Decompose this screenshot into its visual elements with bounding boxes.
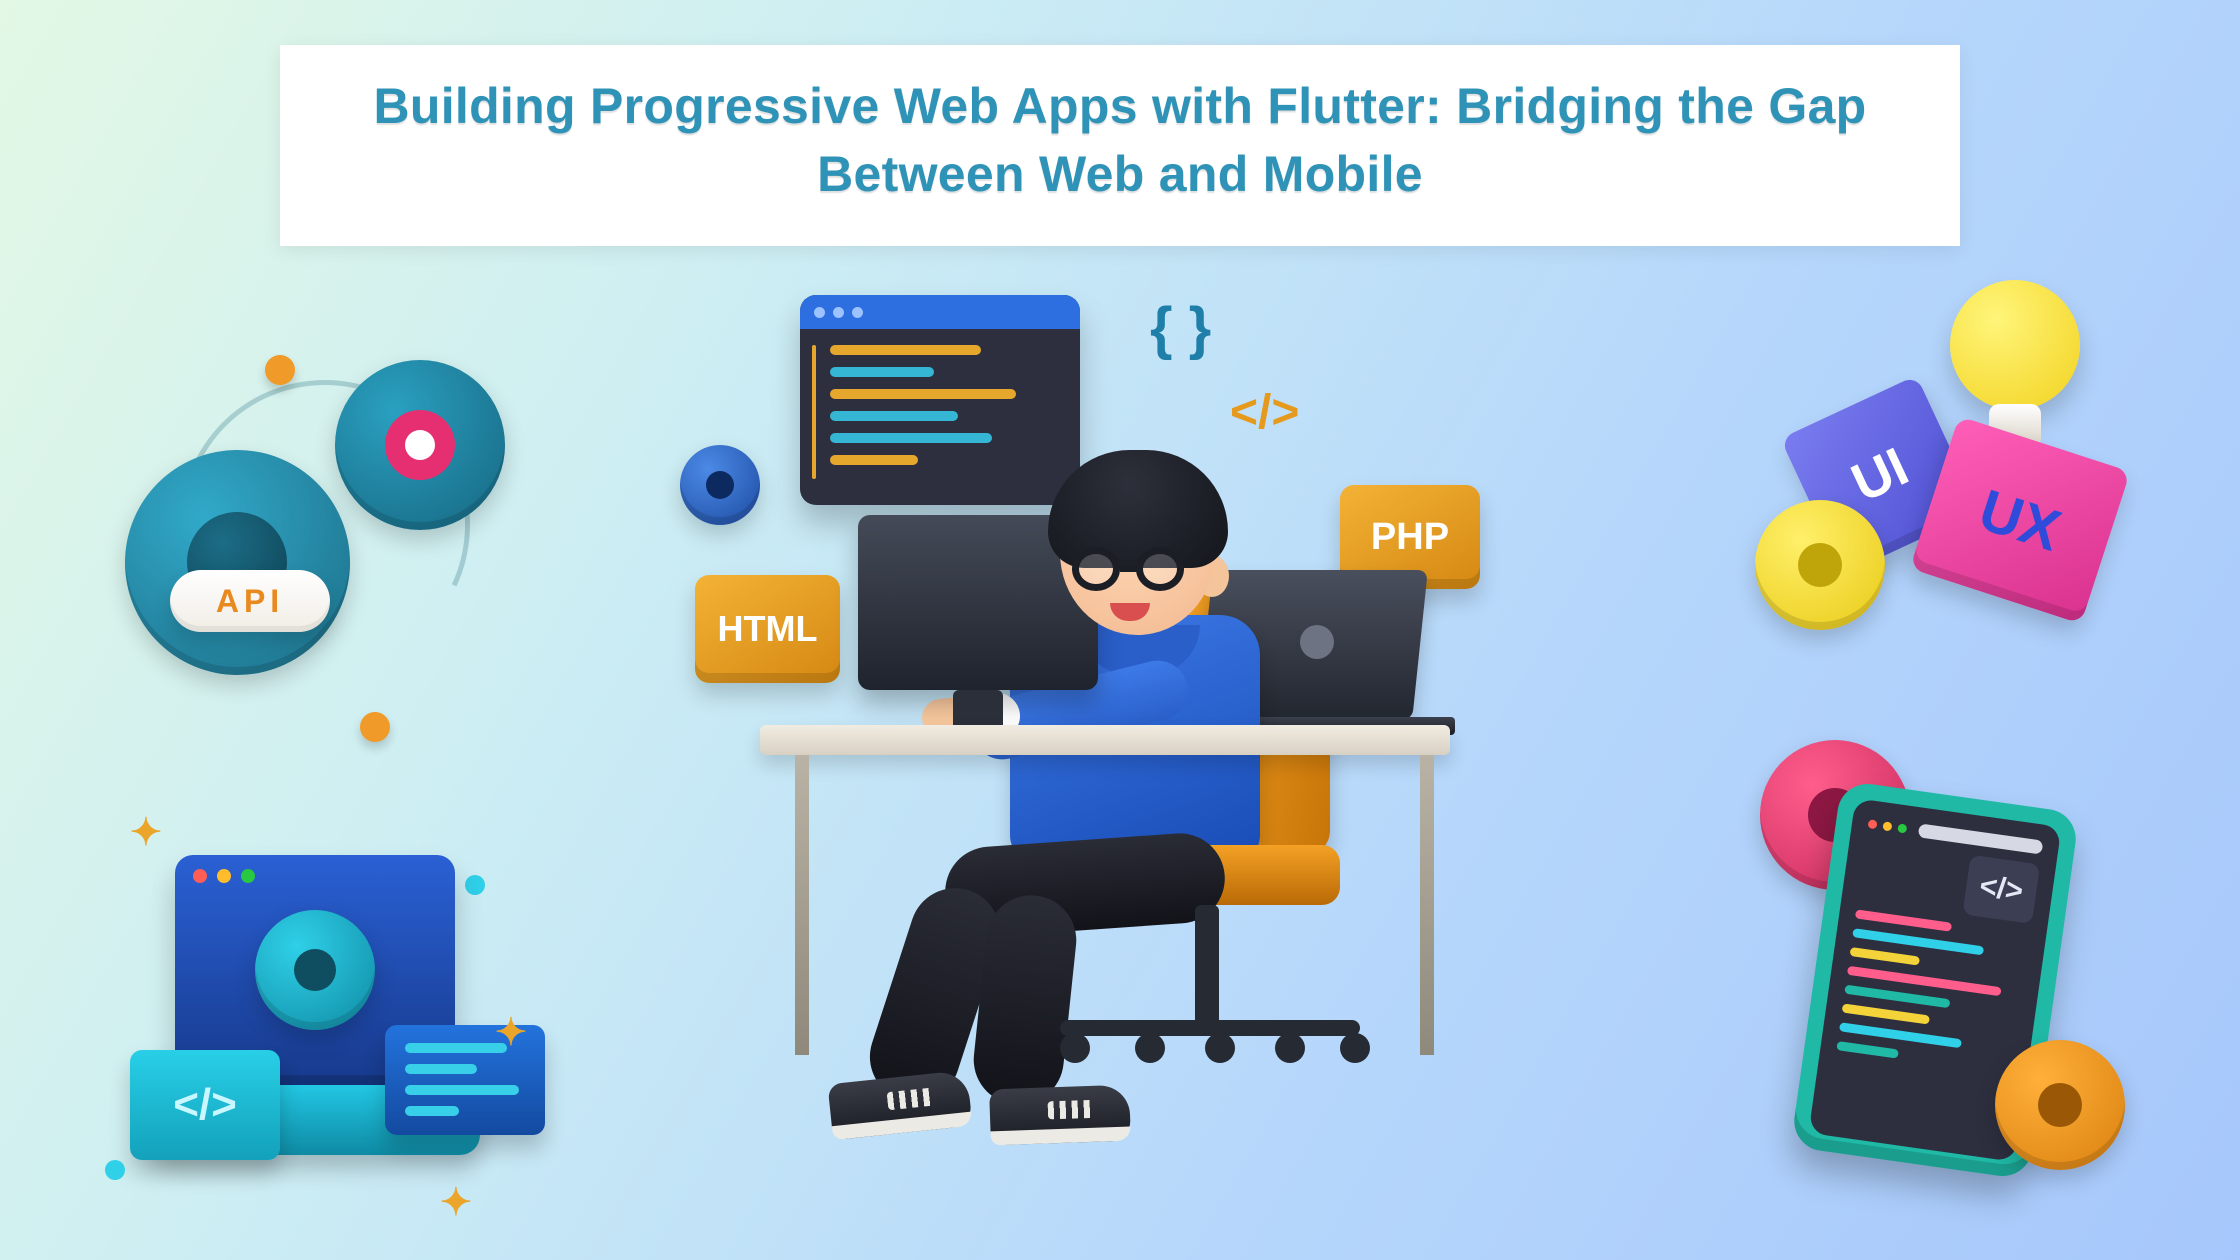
desk-surface <box>760 725 1450 755</box>
orbit-dot <box>265 355 295 385</box>
chair-base <box>1060 1020 1360 1036</box>
chair-post <box>1195 905 1219 1025</box>
braces-icon: { } <box>1150 295 1211 362</box>
gear-icon <box>1755 500 1885 630</box>
window-controls-icon <box>800 295 1080 329</box>
title-banner: Building Progressive Web Apps with Flutt… <box>280 45 1960 246</box>
gear-icon <box>125 450 350 675</box>
code-tag-badge: </> <box>130 1050 280 1160</box>
dot-icon <box>465 875 485 895</box>
desk-leg <box>795 755 809 1055</box>
sparkle-icon: ✦ <box>130 810 162 855</box>
dot-icon <box>105 1160 125 1180</box>
chair-caster <box>1060 1033 1090 1063</box>
ui-ux-illustration: UI UX <box>1750 290 2150 650</box>
code-tag-badge: </> <box>1962 855 2040 924</box>
gear-icon <box>335 360 505 530</box>
code-window <box>800 295 1080 505</box>
gear-icon <box>255 910 375 1030</box>
html-badge: HTML <box>695 575 840 683</box>
shoe <box>827 1070 972 1140</box>
laptop-dev-illustration: ✦ </> ✦ ✦ <box>105 810 555 1220</box>
api-gear-illustration: API <box>100 320 520 740</box>
orbit-dot <box>360 712 390 742</box>
window-controls-icon <box>1867 816 2043 854</box>
page-title: Building Progressive Web Apps with Flutt… <box>340 73 1900 208</box>
gear-icon <box>1995 1040 2125 1170</box>
chair-caster <box>1340 1033 1370 1063</box>
api-badge: API <box>170 570 330 632</box>
chair-caster <box>1275 1033 1305 1063</box>
code-tag-icon: </> <box>1230 385 1299 440</box>
developer-illustration: { } </> HTML PHP <box>640 285 1600 1225</box>
sparkle-icon: ✦ <box>495 1010 527 1055</box>
shoe <box>989 1085 1131 1146</box>
laptop-logo-icon <box>1300 625 1334 659</box>
phone-code-illustration: </> <box>1745 740 2145 1200</box>
sparkle-icon: ✦ <box>440 1180 472 1225</box>
glasses-icon <box>1072 547 1192 591</box>
chair-caster <box>1135 1033 1165 1063</box>
chair-caster <box>1205 1033 1235 1063</box>
desk-leg <box>1420 755 1434 1055</box>
window-controls-icon <box>193 869 255 883</box>
gear-icon <box>680 445 760 525</box>
